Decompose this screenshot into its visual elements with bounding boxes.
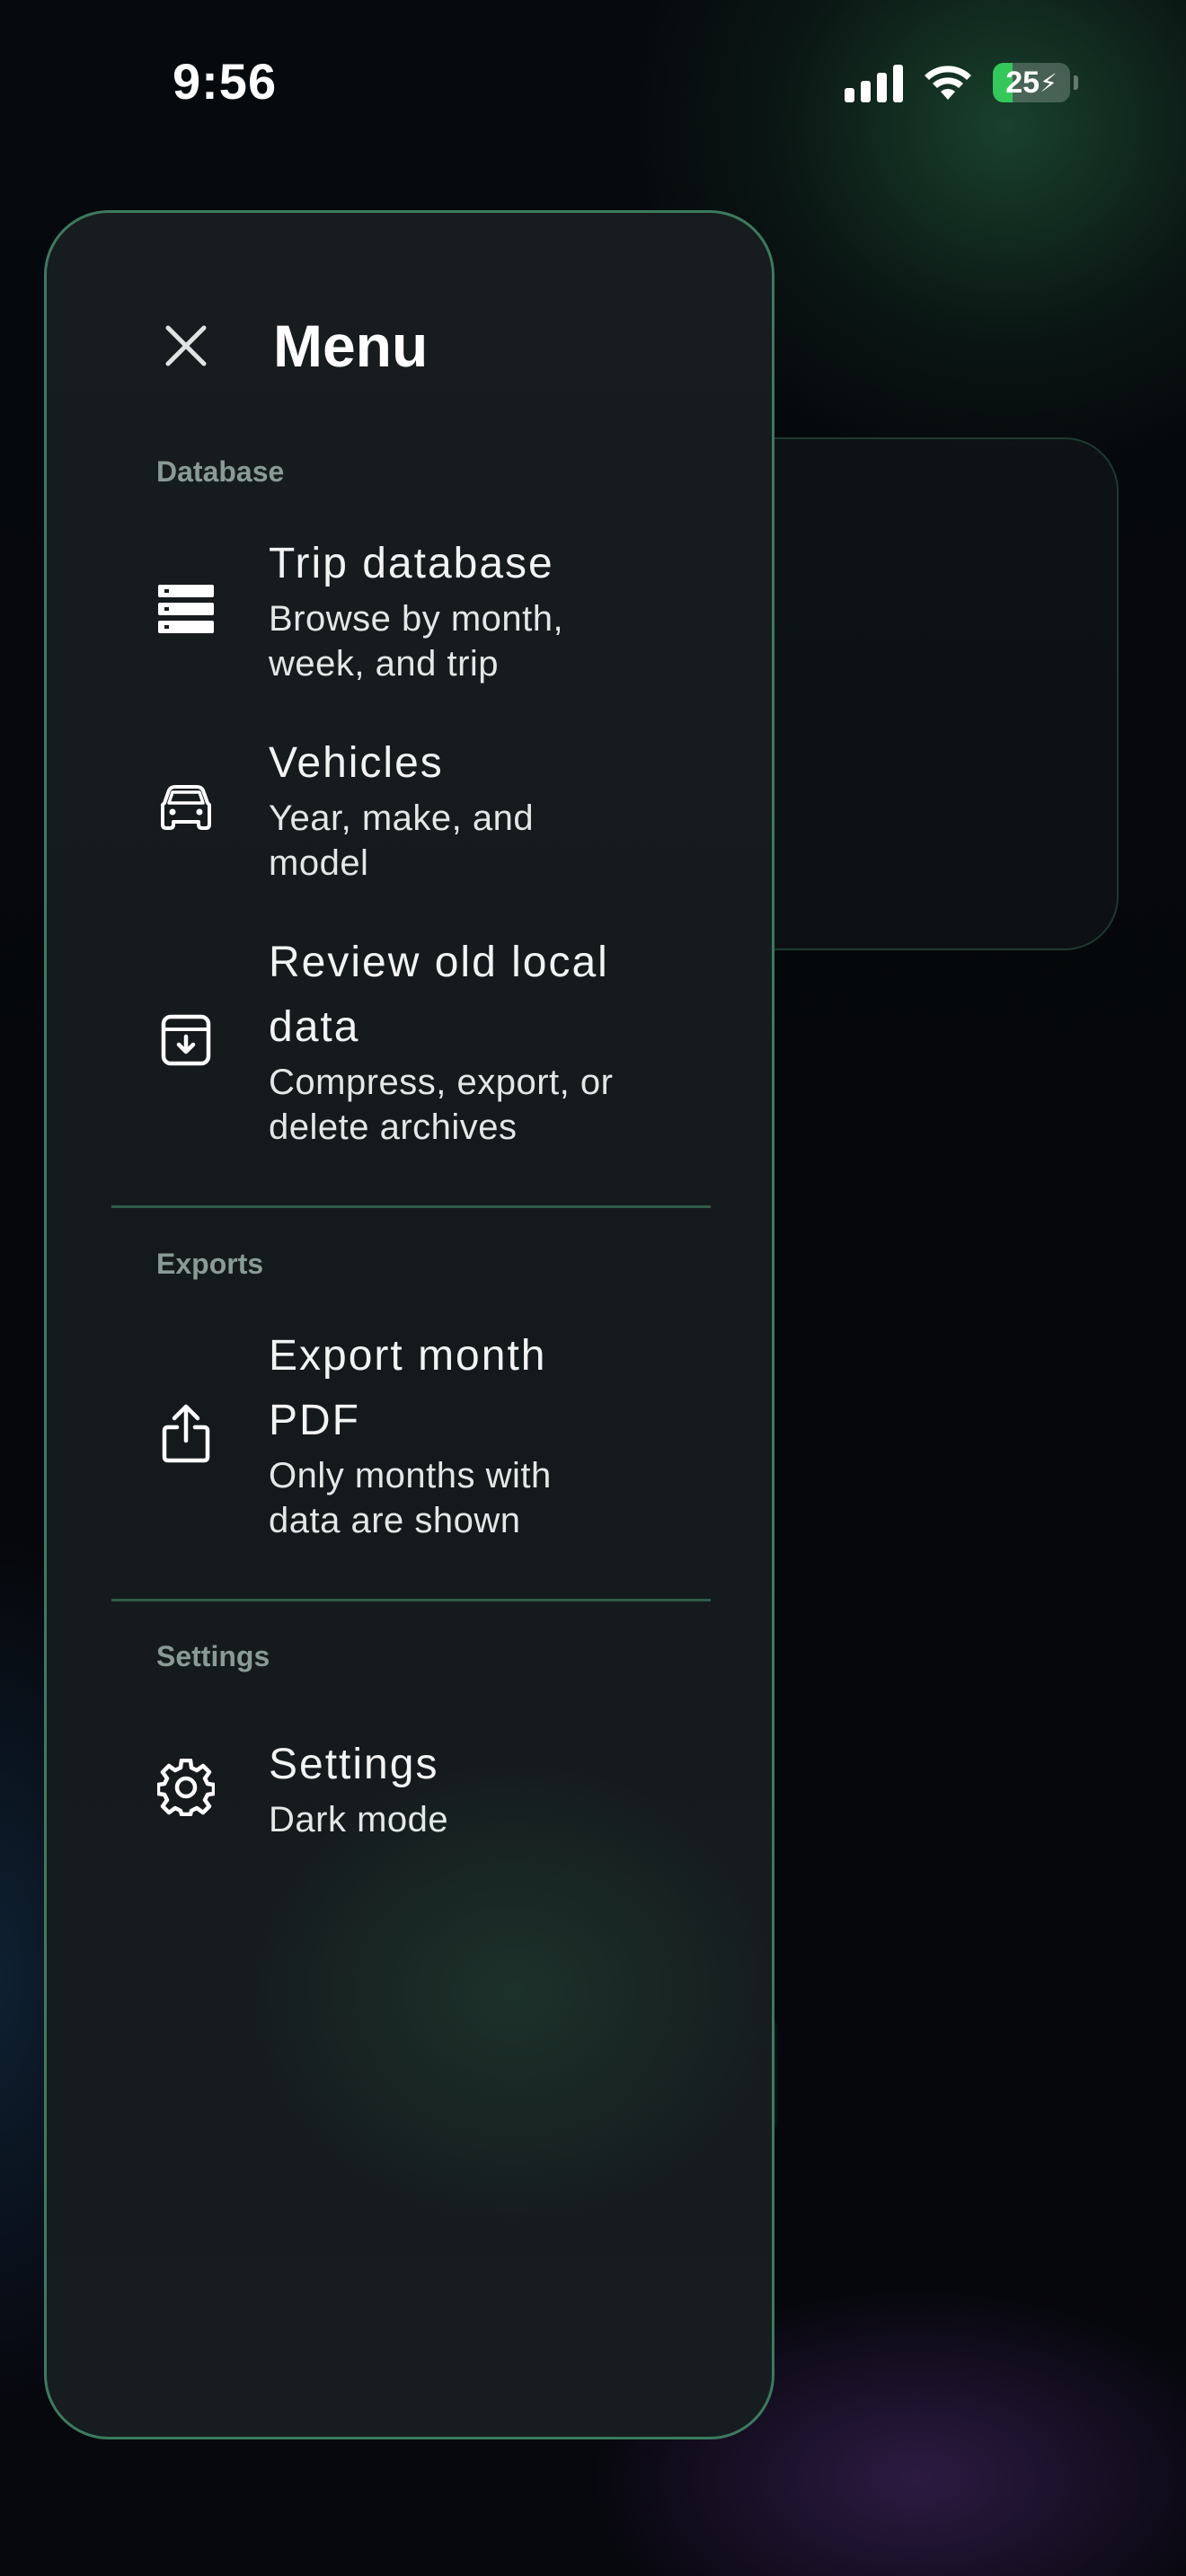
menu-item-subtitle: Browse by month, (269, 599, 564, 639)
car-icon (161, 785, 211, 830)
menu-item-subtitle: Dark mode (269, 1800, 449, 1839)
menu-item-subtitle: delete archives (269, 1107, 518, 1147)
status-time: 9:56 (173, 53, 278, 110)
menu-item-title: data (269, 1003, 360, 1051)
menu-item-title: Review old local (269, 939, 609, 986)
side-menu-drawer: Menu Database Trip database Browse by mo… (44, 210, 774, 2439)
menu-item-review-old-local-data[interactable]: Review old local data Compress, export, … (146, 931, 748, 1150)
menu-item-subtitle: data are shown (269, 1501, 521, 1540)
cellular-signal-icon (845, 63, 903, 102)
section-label-settings: Settings (156, 1640, 270, 1672)
menu-item-subtitle: Compress, export, or (269, 1063, 614, 1102)
menu-item-title: Export month (269, 1332, 547, 1380)
menu-item-trip-database[interactable]: Trip database Browse by month, week, and… (146, 532, 748, 686)
background-card (719, 437, 1119, 950)
menu-item-subtitle: model (269, 843, 369, 883)
battery-tip (1074, 75, 1078, 90)
battery-indicator: 25 ⚡ (993, 63, 1070, 102)
status-icons: 25 ⚡ (845, 63, 1078, 102)
menu-item-subtitle: Only months with (269, 1456, 552, 1495)
section-divider (111, 1205, 711, 1208)
menu-item-subtitle: Year, make, and (269, 798, 535, 838)
close-icon (165, 325, 207, 366)
menu-title: Menu (273, 313, 429, 379)
database-rows-icon (158, 585, 214, 633)
battery-percent: 25 (1005, 65, 1040, 100)
close-button[interactable] (155, 314, 217, 377)
menu-item-title: Settings (269, 1741, 439, 1788)
gear-icon (157, 1759, 215, 1816)
menu-item-title: PDF (269, 1397, 360, 1444)
menu-item-settings[interactable]: Settings Dark mode (146, 1733, 748, 1842)
menu-header: Menu (155, 312, 428, 380)
menu-item-subtitle: week, and trip (269, 644, 500, 684)
menu-item-title: Vehicles (269, 739, 444, 787)
menu-item-export-month-pdf[interactable]: Export month PDF Only months with data a… (146, 1324, 748, 1543)
menu-item-vehicles[interactable]: Vehicles Year, make, and model (146, 731, 748, 886)
section-label-database: Database (156, 455, 285, 488)
wifi-icon (925, 66, 971, 100)
share-upload-icon (162, 1404, 210, 1463)
section-divider (111, 1599, 711, 1601)
menu-item-title: Trip database (269, 540, 554, 587)
section-label-exports: Exports (156, 1248, 264, 1280)
archive-box-icon (161, 1014, 211, 1066)
